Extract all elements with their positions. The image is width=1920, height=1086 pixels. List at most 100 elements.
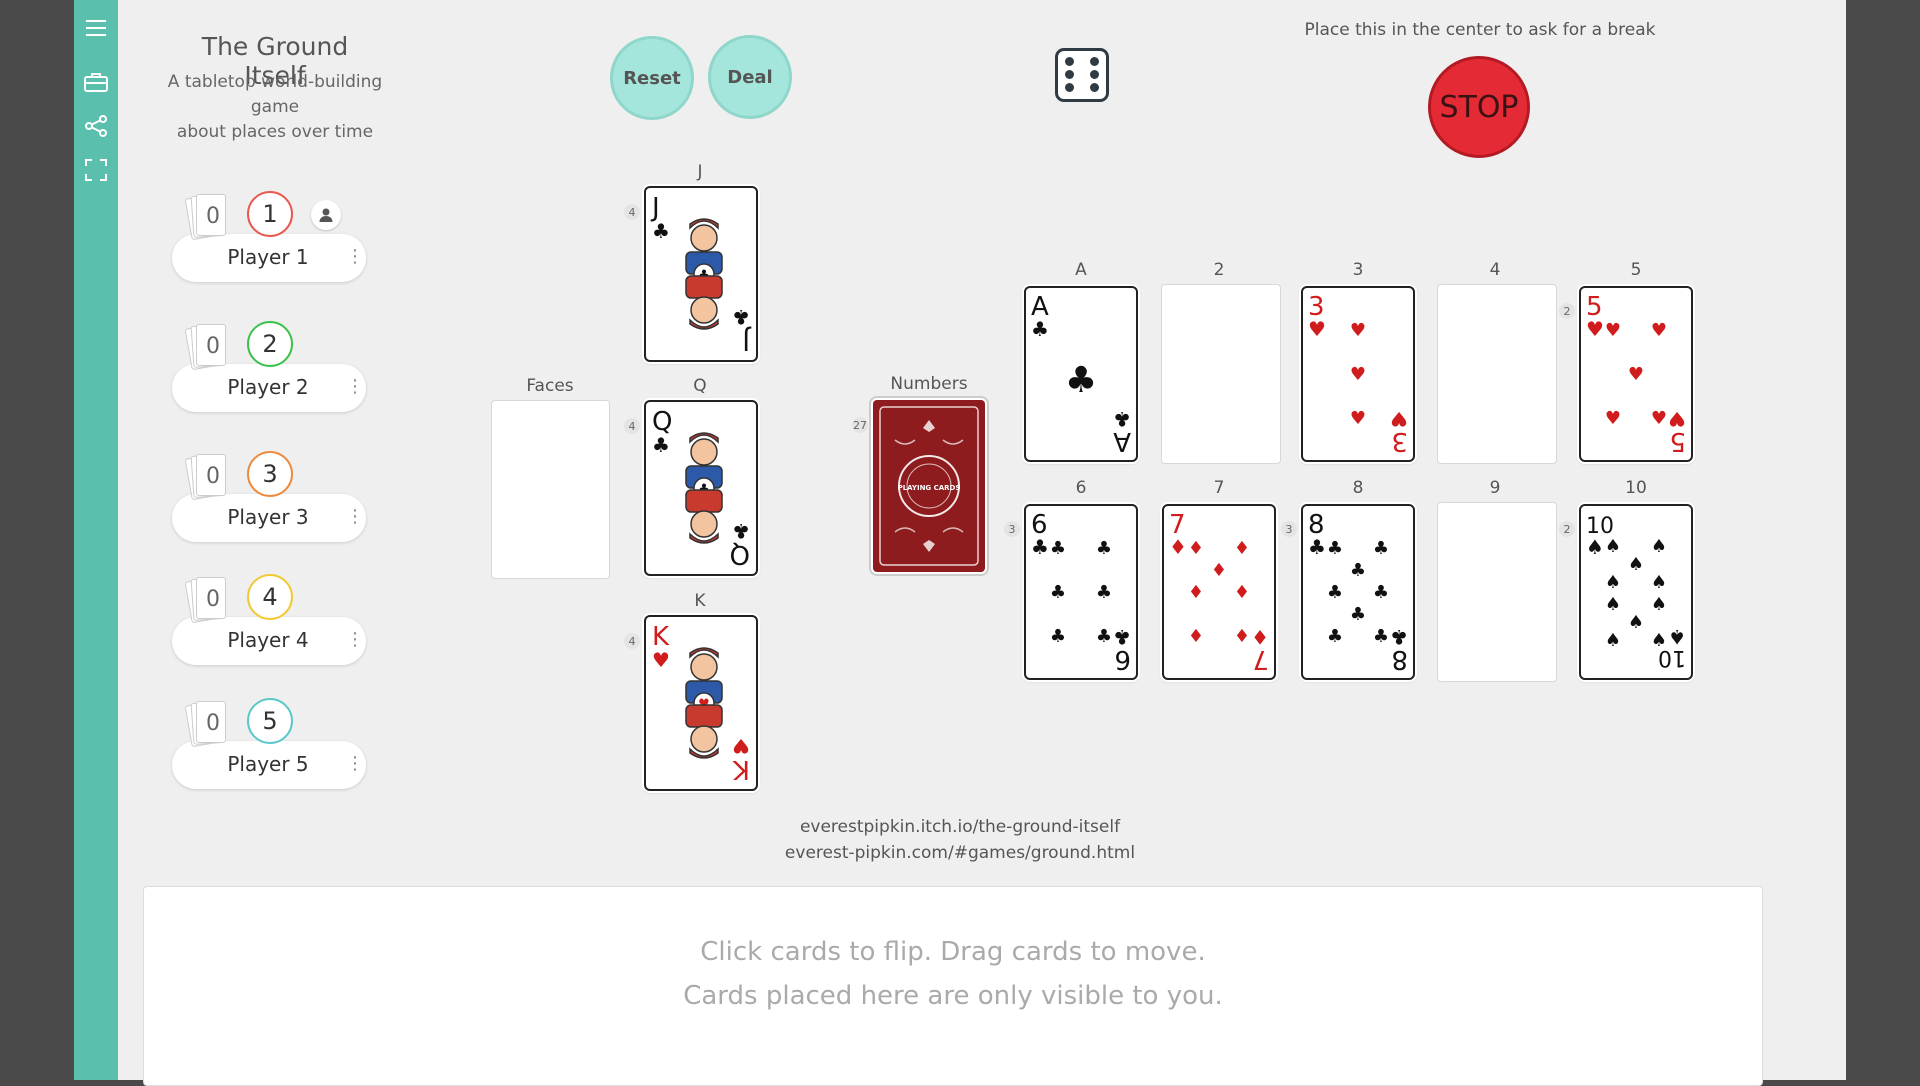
card-back-pattern-icon: PLAYING CARDS bbox=[879, 406, 979, 566]
svg-text:♣: ♣ bbox=[1373, 626, 1389, 647]
svg-text:♦: ♦ bbox=[1188, 538, 1204, 559]
number-slot-label: A bbox=[1075, 260, 1087, 280]
svg-text:♦: ♦ bbox=[1169, 535, 1187, 559]
svg-text:♣: ♣ bbox=[1096, 626, 1112, 647]
svg-text:♠: ♠ bbox=[1605, 536, 1621, 557]
number-slot-label: 5 bbox=[1630, 260, 1642, 280]
empty-number-slot[interactable] bbox=[1437, 284, 1557, 464]
face-pile-label: K bbox=[694, 591, 706, 611]
die-pip bbox=[1090, 57, 1099, 66]
number-card-5[interactable]: 5 ♥ 5 ♥ ♥ ♥ ♥ ♥ ♥ bbox=[1579, 286, 1693, 462]
svg-text:♥: ♥ bbox=[1586, 317, 1604, 341]
faces-slot[interactable] bbox=[491, 400, 610, 579]
die[interactable] bbox=[1055, 48, 1109, 102]
svg-text:♣: ♣ bbox=[1050, 582, 1066, 603]
svg-text:♦: ♦ bbox=[1251, 625, 1269, 649]
number-slot-label: 4 bbox=[1489, 260, 1501, 280]
subtitle-line-1: A tabletop world-building game bbox=[167, 72, 383, 117]
svg-text:♠: ♠ bbox=[1651, 594, 1667, 615]
player-number-circle[interactable]: 4 bbox=[247, 574, 293, 620]
number-card-7[interactable]: 7 ♦ 7 ♦ ♦ ♦ ♦ ♦ ♦ ♦ ♦ bbox=[1162, 504, 1276, 680]
player-options-icon[interactable]: ⋮ bbox=[346, 629, 364, 650]
number-card-A[interactable]: A ♣ A ♣ ♣ bbox=[1024, 286, 1138, 462]
number-card-8[interactable]: 8 ♣ 8 ♣ ♣ ♣ ♣ ♣ ♣ ♣ ♣ ♣ bbox=[1301, 504, 1415, 680]
player-number-circle[interactable]: 3 bbox=[247, 451, 293, 497]
svg-text:♣: ♣ bbox=[1096, 538, 1112, 559]
private-hand-area[interactable]: Click cards to flip. Drag cards to move.… bbox=[143, 886, 1763, 1086]
player-number-circle[interactable]: 1 bbox=[247, 191, 293, 237]
player-options-icon[interactable]: ⋮ bbox=[346, 376, 364, 397]
face-card-j[interactable]: J ♣ J ♣ ♣ bbox=[644, 186, 758, 362]
number-slot-label: 3 bbox=[1352, 260, 1364, 280]
number-slot-label: 2 bbox=[1213, 260, 1225, 280]
player-options-icon[interactable]: ⋮ bbox=[346, 246, 364, 267]
website-link[interactable]: everest-pipkin.com/#games/ground.html bbox=[700, 840, 1220, 866]
svg-text:♠: ♠ bbox=[1605, 572, 1621, 593]
player-options-icon[interactable]: ⋮ bbox=[346, 506, 364, 527]
svg-text:♥: ♥ bbox=[652, 648, 670, 672]
player-number-circle[interactable]: 5 bbox=[247, 698, 293, 744]
face-card-q[interactable]: Q ♣ Q ♣ ♣ bbox=[644, 400, 758, 576]
number-card-10[interactable]: 10 ♠ 10 ♠ ♠ ♠ ♠ ♠ ♠ ♠ ♠ ♠ ♠ ♠ bbox=[1579, 504, 1693, 680]
svg-text:♣: ♣ bbox=[1113, 407, 1131, 431]
itch-link[interactable]: everestpipkin.itch.io/the-ground-itself bbox=[700, 814, 1220, 840]
svg-text:♠: ♠ bbox=[1651, 572, 1667, 593]
svg-text:♣: ♣ bbox=[1031, 317, 1049, 341]
player-card-count: 0 bbox=[206, 464, 220, 489]
number-slot-count-badge: 3 bbox=[1281, 521, 1297, 537]
die-pip bbox=[1065, 57, 1074, 66]
svg-text:♠: ♠ bbox=[1586, 535, 1604, 559]
hand-privacy-note: Cards placed here are only visible to yo… bbox=[683, 981, 1223, 1011]
face-pile-count-badge: 4 bbox=[624, 204, 640, 220]
svg-text:♣: ♣ bbox=[1113, 625, 1131, 649]
subtitle-line-2: about places over time bbox=[176, 122, 374, 142]
svg-text:♦: ♦ bbox=[1188, 626, 1204, 647]
reset-button[interactable]: Reset bbox=[610, 36, 694, 120]
toolbox-icon[interactable] bbox=[84, 70, 108, 94]
svg-text:♦: ♦ bbox=[1188, 582, 1204, 603]
svg-text:♥: ♥ bbox=[1628, 364, 1644, 385]
number-card-3[interactable]: 3 ♥ 3 ♥ ♥ ♥ ♥ bbox=[1301, 286, 1415, 462]
svg-text:♠: ♠ bbox=[1605, 630, 1621, 651]
svg-text:♠: ♠ bbox=[1628, 554, 1644, 575]
svg-text:♣: ♣ bbox=[1031, 535, 1049, 559]
credits-links: everestpipkin.itch.io/the-ground-itself … bbox=[700, 814, 1220, 866]
player-card-count: 0 bbox=[206, 711, 220, 736]
svg-text:♣: ♣ bbox=[1373, 538, 1389, 559]
number-slot-label: 10 bbox=[1625, 478, 1647, 498]
numbers-label: Numbers bbox=[890, 374, 968, 394]
share-icon[interactable] bbox=[84, 114, 108, 138]
player-number-circle[interactable]: 2 bbox=[247, 321, 293, 367]
numbers-deck[interactable]: PLAYING CARDS bbox=[871, 398, 987, 574]
empty-number-slot[interactable] bbox=[1161, 284, 1281, 464]
svg-text:♥: ♥ bbox=[1350, 320, 1366, 341]
player-options-icon[interactable]: ⋮ bbox=[346, 753, 364, 774]
number-card-6[interactable]: 6 ♣ 6 ♣ ♣ ♣ ♣ ♣ ♣ ♣ bbox=[1024, 504, 1138, 680]
sidebar bbox=[74, 0, 118, 1080]
number-slot-count-badge: 2 bbox=[1559, 521, 1575, 537]
stop-button[interactable]: STOP bbox=[1428, 56, 1530, 158]
user-avatar-icon[interactable] bbox=[311, 200, 341, 230]
face-card-k[interactable]: K ♥ K ♥ ♥ bbox=[644, 615, 758, 791]
svg-text:♣: ♣ bbox=[652, 433, 670, 457]
player-card-count: 0 bbox=[206, 334, 220, 359]
svg-text:♥: ♥ bbox=[1350, 408, 1366, 429]
deal-button[interactable]: Deal bbox=[708, 35, 792, 119]
svg-text:♣: ♣ bbox=[1327, 626, 1343, 647]
svg-text:♥: ♥ bbox=[1651, 408, 1667, 429]
stop-hint: Place this in the center to ask for a br… bbox=[1304, 20, 1656, 40]
svg-text:♥: ♥ bbox=[1668, 407, 1686, 431]
number-slot-count-badge: 3 bbox=[1004, 521, 1020, 537]
svg-text:♣: ♣ bbox=[1308, 535, 1326, 559]
hand-instructions: Click cards to flip. Drag cards to move. bbox=[700, 937, 1206, 967]
fullscreen-icon[interactable] bbox=[84, 158, 108, 182]
svg-text:♠: ♠ bbox=[1651, 536, 1667, 557]
number-slot-label: 9 bbox=[1489, 478, 1501, 498]
svg-text:♠: ♠ bbox=[1628, 612, 1644, 633]
empty-number-slot[interactable] bbox=[1437, 502, 1557, 682]
svg-text:♣: ♣ bbox=[1050, 538, 1066, 559]
player-name: Player 1 bbox=[227, 245, 309, 269]
svg-text:♣: ♣ bbox=[652, 219, 670, 243]
svg-text:♥: ♥ bbox=[1308, 317, 1326, 341]
menu-icon[interactable] bbox=[84, 16, 108, 40]
